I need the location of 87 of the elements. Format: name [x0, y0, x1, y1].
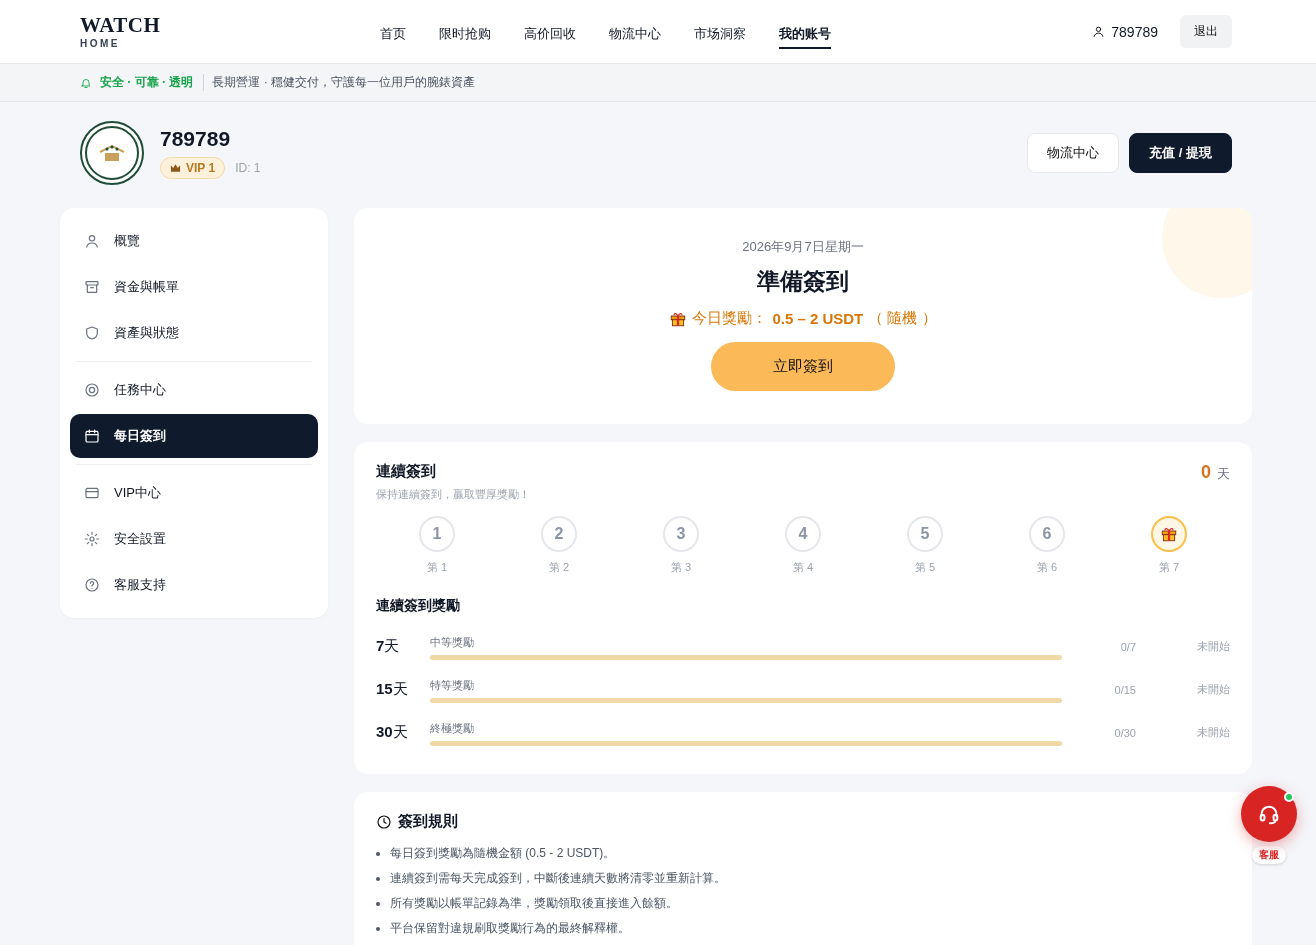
day-circle: 1: [419, 516, 455, 552]
nav-link[interactable]: 我的账号: [779, 20, 831, 49]
nav-link[interactable]: 市场洞察: [694, 20, 746, 49]
nav-link[interactable]: 限时抢购: [439, 20, 491, 49]
sidebar-item[interactable]: 概覽: [70, 219, 318, 263]
user-icon: [84, 233, 100, 249]
user-icon: [1092, 25, 1106, 38]
logistics-button[interactable]: 物流中心: [1027, 133, 1120, 173]
avatar-logo-icon: [98, 143, 126, 163]
day-label: 第 6: [1036, 560, 1058, 575]
nav-link[interactable]: 物流中心: [609, 20, 661, 49]
rule-text: 所有獎勵以帳單記錄為準，獎勵領取後直接進入餘額。: [390, 895, 678, 912]
reward-note: （ 隨機 ）: [868, 309, 937, 328]
sidebar-item[interactable]: 資金與帳單: [70, 265, 318, 309]
reward-label: 今日獎勵：: [692, 309, 768, 328]
help-icon: [84, 577, 100, 593]
sidebar-item[interactable]: 客服支持: [70, 563, 318, 607]
banner-text: 長期營運 · 穩健交付，守護每一位用戶的腕錶資產: [212, 74, 475, 91]
clock-icon: [376, 813, 392, 830]
nav-link[interactable]: 首页: [380, 20, 406, 49]
checkin-button[interactable]: 立即簽到: [711, 342, 895, 391]
rule-text: 每日簽到獎勵為隨機金額 (0.5 - 2 USDT)。: [390, 845, 616, 862]
day-label: 第 5: [914, 560, 936, 575]
checkin-title: 準備簽到: [757, 267, 849, 296]
sidebar-item[interactable]: 任務中心: [70, 368, 318, 412]
reward-name: 中等獎勵: [430, 635, 475, 650]
reward-status: 未開始: [1196, 682, 1230, 697]
day-circle: 3: [663, 516, 699, 552]
day-label: 第 1: [426, 560, 448, 575]
streak-count: 0: [1201, 462, 1211, 483]
support-button[interactable]: [1241, 786, 1297, 842]
crown-icon: [170, 163, 181, 173]
nav-link[interactable]: 高价回收: [524, 20, 576, 49]
streak-unit: 天: [1217, 465, 1230, 483]
target-icon: [84, 382, 100, 398]
rule-text: 連續簽到需每天完成簽到，中斷後連續天數將清零並重新計算。: [390, 870, 726, 887]
support-label: 客服: [1252, 846, 1286, 864]
bell-icon: [80, 76, 92, 89]
reward-name: 終極獎勵: [430, 721, 475, 736]
day-label: 第 4: [792, 560, 814, 575]
reward-status: 未開始: [1196, 725, 1230, 740]
archive-icon: [84, 279, 100, 295]
card-icon: [84, 485, 100, 501]
streak-title: 連續簽到: [376, 462, 436, 479]
day-circle: 5: [907, 516, 943, 552]
user-name: 789789: [1111, 23, 1158, 40]
reward-days: 15天: [376, 680, 430, 699]
reward-days: 7天: [376, 637, 430, 656]
day-label: 第 2: [548, 560, 570, 575]
sidebar-item[interactable]: VIP中心: [70, 471, 318, 515]
reward-progress: 0/15: [1113, 683, 1136, 696]
bullet-icon: [376, 876, 380, 881]
rewards-title: 連續簽到獎勵: [376, 597, 461, 615]
brand-subtitle: HOME: [80, 37, 121, 49]
user-id: ID: 1: [235, 161, 261, 175]
headset-icon: [1258, 803, 1280, 825]
streak-subtitle: 保持連續簽到，贏取豐厚獎勵！: [376, 487, 530, 502]
rules-title: 簽到規則: [398, 812, 458, 831]
bullet-icon: [376, 901, 380, 906]
day-label: 第 3: [670, 560, 692, 575]
reward-progress: 0/30: [1113, 726, 1136, 739]
logout-button[interactable]: 退出: [1180, 15, 1232, 48]
bullet-icon: [376, 926, 380, 931]
deposit-button[interactable]: 充值 / 提現: [1129, 133, 1232, 173]
rule-text: 平台保留對違規刷取獎勵行為的最終解釋權。: [390, 920, 630, 937]
sidebar-item[interactable]: 安全設置: [70, 517, 318, 561]
bullet-icon: [376, 851, 380, 856]
banner-highlight: 安全 · 可靠 · 透明: [100, 74, 205, 91]
sidebar-item[interactable]: 每日簽到: [70, 414, 318, 458]
vip-badge: VIP 1: [160, 157, 226, 179]
brand-title: WATCH: [80, 14, 162, 36]
settings-icon: [84, 531, 100, 547]
gift-icon: [1160, 525, 1178, 543]
calendar-icon: [84, 428, 100, 444]
day-circle: 4: [785, 516, 821, 552]
day-circle: 6: [1029, 516, 1065, 552]
reward-value: 0.5 – 2 USDT: [772, 310, 864, 327]
day-circle: 2: [541, 516, 577, 552]
reward-progress: 0/7: [1119, 640, 1136, 653]
sidebar-item[interactable]: 資產與狀態: [70, 311, 318, 355]
reward-name: 特等獎勵: [430, 678, 475, 693]
reward-status: 未開始: [1196, 639, 1230, 654]
profile-name: 789789: [160, 127, 232, 151]
date-text: 2026年9月7日星期一: [742, 238, 864, 256]
shield-icon: [84, 325, 100, 341]
reward-days: 30天: [376, 723, 430, 742]
day-label: 第 7: [1158, 560, 1180, 575]
